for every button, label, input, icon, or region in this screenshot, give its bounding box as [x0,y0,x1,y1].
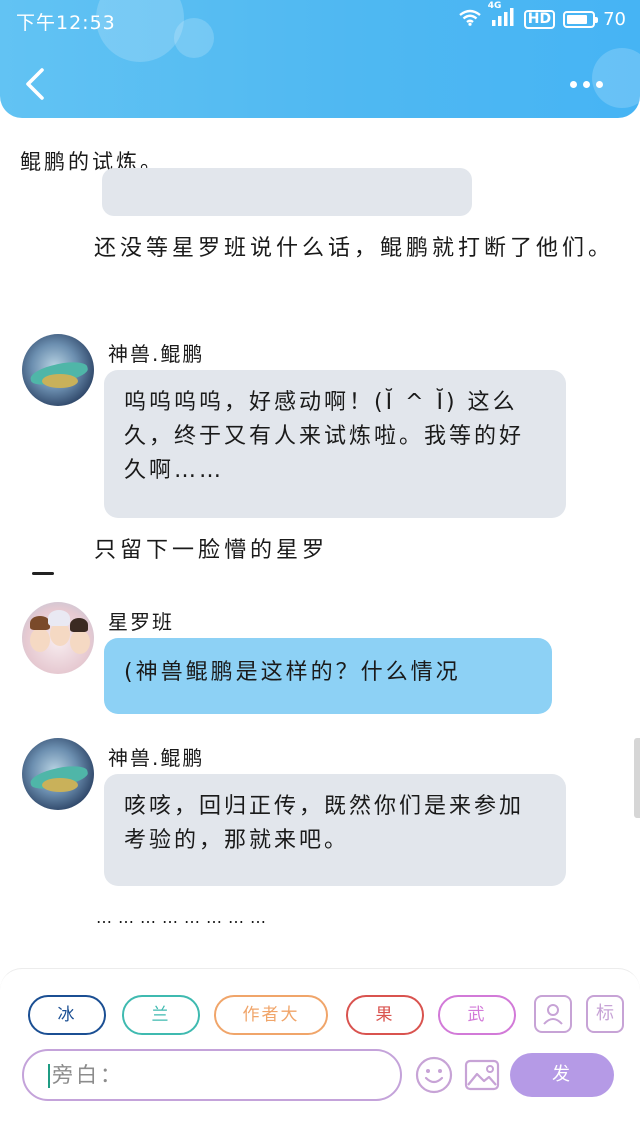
smiley-icon [415,1056,453,1094]
battery-icon [563,10,599,28]
person-icon [543,1004,563,1025]
character-pill-wu[interactable]: 武 [438,995,516,1035]
back-button[interactable] [18,62,58,106]
message-text: (神兽鲲鹏是这样的？什么情况 [124,660,461,685]
hd-badge: HD [523,9,556,29]
character-pill-lan[interactable]: 兰 [122,995,200,1035]
message-input[interactable]: 旁白： [22,1049,402,1101]
battery-level: 70 [603,8,626,30]
character-pill-bing[interactable]: 冰 [28,995,106,1035]
sender-name: 神兽.鲲鹏 [108,746,205,770]
sender-name: 星罗班 [108,610,174,634]
input-row: 旁白： 发 [22,1049,622,1103]
message-text: 呜呜呜呜，好感动啊！(Ĭ ^ Ĭ) 这么久，终于又有人来试炼啦。我等的好久啊…… [124,390,525,483]
partial-message-bubble [102,168,472,216]
message-text: 咳咳，回归正传，既然你们是来参加考验的，那就来吧。 [124,794,525,853]
image-button[interactable] [462,1055,502,1095]
chat-content[interactable]: 鲲鹏的试炼。 还没等星罗班说什么话，鲲鹏就打断了他们。 神兽.鲲鹏 呜呜呜呜，好… [0,118,640,970]
message-bubble[interactable]: (神兽鲲鹏是这样的？什么情况 [104,638,552,714]
top-header: 下午12:53 4G HD 70 [0,0,640,118]
avatar-kunpeng[interactable] [22,738,94,810]
character-manage-button[interactable] [534,995,572,1033]
avatar-kunpeng[interactable] [22,334,94,406]
emoji-button[interactable] [414,1055,454,1095]
more-dot-icon [596,80,603,88]
character-pill-guo[interactable]: 果 [346,995,424,1035]
character-pill-author[interactable]: 作者大 [214,995,328,1035]
tag-button[interactable]: 标 [586,995,624,1033]
more-options-button[interactable] [570,70,614,98]
message-bubble[interactable]: 咳咳，回归正传，既然你们是来参加考验的，那就来吧。 [104,774,566,886]
compose-bar: 冰 兰 作者大 果 武 标 旁白： 发 [0,968,640,1138]
chat-message: 神兽.鲲鹏 呜呜呜呜，好感动啊！(Ĭ ^ Ĭ) 这么久，终于又有人来试炼啦。我等… [0,334,640,524]
image-icon [464,1059,500,1091]
send-button[interactable]: 发 [510,1053,614,1097]
chevron-left-icon [26,68,44,100]
more-dot-icon [570,80,577,88]
narration-text: 只留下一脸懵的星罗 [94,538,329,563]
chat-message: 星罗班 (神兽鲲鹏是这样的？什么情况 [0,602,640,722]
status-icons: 4G HD 70 [458,1,626,32]
signal-icon: 4G [488,1,516,32]
clipped-text-fragment [30,568,70,578]
narration-text: 还没等星罗班说什么话，鲲鹏就打断了他们。 [94,236,615,261]
character-selector: 冰 兰 作者大 果 武 标 [28,995,628,1039]
status-time: 下午12:53 [16,12,116,34]
sender-name: 神兽.鲲鹏 [108,342,205,366]
wifi-icon [458,8,482,31]
avatar-xingluoban[interactable] [22,602,94,674]
scrollbar[interactable] [634,738,640,818]
chat-message: 神兽.鲲鹏 咳咳，回归正传，既然你们是来参加考验的，那就来吧。 [0,738,640,898]
network-type-label: 4G [487,0,502,11]
more-dot-icon [583,80,590,88]
status-bar: 下午12:53 4G HD 70 [0,0,640,40]
message-bubble[interactable]: 呜呜呜呜，好感动啊！(Ĭ ^ Ĭ) 这么久，终于又有人来试炼啦。我等的好久啊…… [104,370,566,518]
ellipsis-text: …………………… [96,908,272,927]
